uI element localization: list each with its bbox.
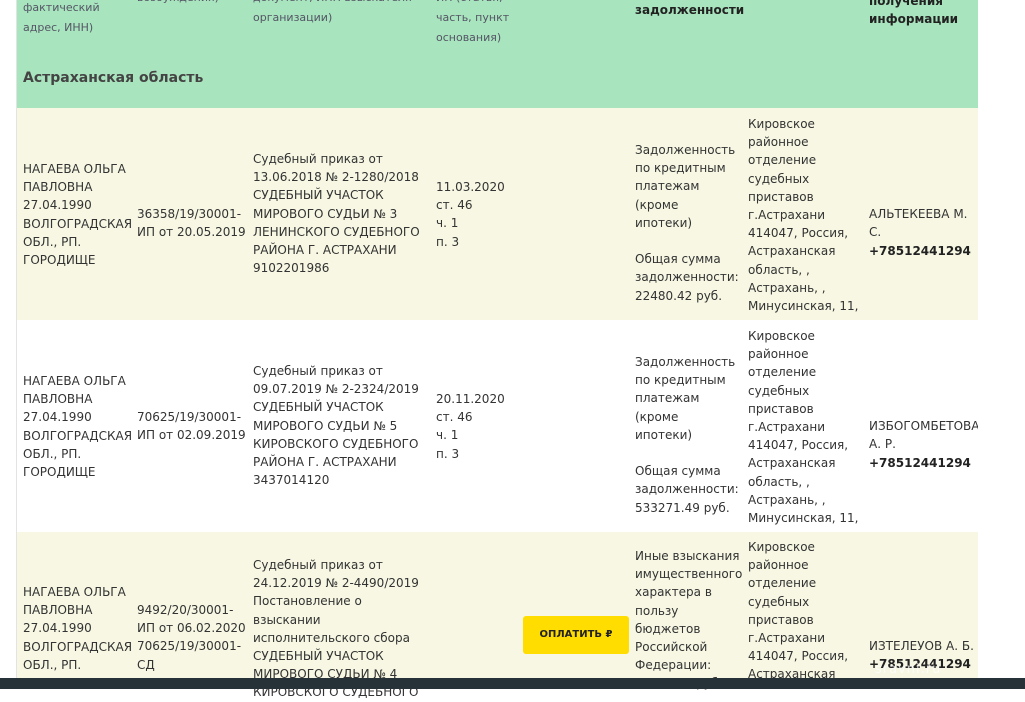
subject-cell: Иные взыскания имущественного характера … xyxy=(635,549,743,690)
header-debtor: фактический адрес, ИНН) xyxy=(23,1,100,34)
header-ended: ИП (статья, часть, пункт основания) xyxy=(436,0,510,44)
pay-button[interactable]: ОПЛАТИТЬ ₽ xyxy=(523,616,629,654)
document-cell: Судебный приказ от 13.06.2018 № 2-1280/2… xyxy=(253,152,420,276)
header-proceeding: возбуждения) xyxy=(137,0,247,8)
bottom-bar xyxy=(0,678,1025,689)
debtor-cell: НАГАЕВА ОЛЬГА ПАВЛОВНА 27.04.1990 ВОЛГОГ… xyxy=(23,585,133,672)
region-title: Астраханская область xyxy=(23,70,204,86)
proceeding-cell: 70625/19/30001- ИП от 02.09.2019 xyxy=(137,410,246,443)
proceeding-cell: 9492/20/30001- ИП от 06.02.2020 70625/19… xyxy=(137,603,246,672)
proceeding-cell: 36358/19/30001- ИП от 20.05.2019 xyxy=(137,207,246,240)
page-left-margin xyxy=(0,0,17,689)
page-right-margin xyxy=(978,0,1025,689)
header-contact: получения информации xyxy=(869,0,959,26)
table-row: НАГАЕВА ОЛЬГА ПАВЛОВНА 27.04.1990 ВОЛГОГ… xyxy=(17,320,980,543)
department-cell: Кировское районное отделение судебных пр… xyxy=(748,540,849,682)
ended-cell: 11.03.2020 ст. 46 ч. 1 п. 3 xyxy=(436,180,505,249)
header-document: документ, ИНН взыскателя- организации) xyxy=(253,0,416,24)
officer-phone[interactable]: +78512441294 xyxy=(869,454,977,472)
officer-cell: ИЗБОГОМБЕТОВА А. Р. +78512441294 xyxy=(869,399,980,490)
officer-phone[interactable]: +78512441294 xyxy=(869,242,977,260)
table-header: фактический адрес, ИНН) возбуждения) док… xyxy=(17,0,978,108)
officer-name: ИЗБОГОМБЕТОВА А. Р. xyxy=(869,419,980,452)
header-subject: задолженности xyxy=(635,3,745,17)
subject-cell: Задолженность по кредитным платежам (кро… xyxy=(635,143,739,303)
debtor-cell: НАГАЕВА ОЛЬГА ПАВЛОВНА 27.04.1990 ВОЛГОГ… xyxy=(23,162,133,268)
department-cell: Кировское районное отделение судебных пр… xyxy=(748,117,859,331)
officer-cell: АЛЬТЕКЕЕВА М. С. +78512441294 xyxy=(869,187,977,278)
watermark: sravni.ru xyxy=(875,662,942,677)
officer-name: ИЗТЕЛЕУОВ А. Б. xyxy=(869,639,974,654)
ended-cell: 20.11.2020 ст. 46 ч. 1 п. 3 xyxy=(436,392,505,461)
subject-cell: Задолженность по кредитным платежам (кро… xyxy=(635,355,739,515)
debtor-cell: НАГАЕВА ОЛЬГА ПАВЛОВНА 27.04.1990 ВОЛГОГ… xyxy=(23,374,133,480)
document-cell: Судебный приказ от 09.07.2019 № 2-2324/2… xyxy=(253,364,419,488)
officer-name: АЛЬТЕКЕЕВА М. С. xyxy=(869,207,968,240)
department-cell: Кировское районное отделение судебных пр… xyxy=(748,329,859,543)
table-row: НАГАЕВА ОЛЬГА ПАВЛОВНА 27.04.1990 ВОЛГОГ… xyxy=(17,108,978,331)
table-row: НАГАЕВА ОЛЬГА ПАВЛОВНА 27.04.1990 ВОЛГОГ… xyxy=(17,532,978,699)
